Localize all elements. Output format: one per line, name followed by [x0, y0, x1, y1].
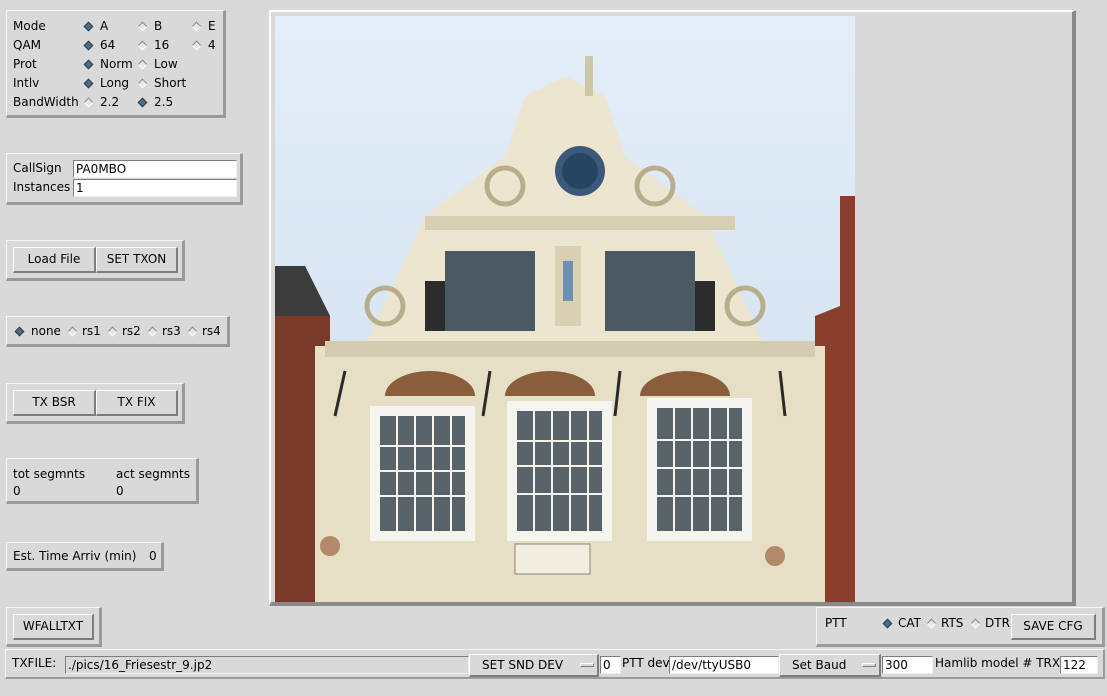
- instances-label: Instances: [13, 180, 71, 194]
- prot-label: Prot: [13, 57, 37, 71]
- intlv-long-label[interactable]: Long: [100, 76, 129, 90]
- rs-none-radio[interactable]: [14, 326, 25, 337]
- snd-dev-input[interactable]: 0: [600, 656, 621, 674]
- qam-16-label[interactable]: 16: [154, 38, 169, 52]
- eta-value: 0: [149, 549, 157, 563]
- rs-none-label[interactable]: none: [31, 324, 61, 338]
- rs2-radio[interactable]: [107, 326, 118, 337]
- qam-4-radio[interactable]: [191, 40, 202, 51]
- callsign-panel: CallSign PA0MBO Instances 1: [6, 153, 243, 205]
- txfile-label: TXFILE:: [12, 656, 57, 670]
- ptt-dev-input[interactable]: /dev/ttyUSB0: [669, 656, 779, 674]
- tx-buttons-panel: TX BSR TX FIX: [6, 383, 185, 424]
- prot-low-radio[interactable]: [137, 59, 148, 70]
- tx-bsr-button[interactable]: TX BSR: [13, 390, 96, 416]
- ptt-rts-label[interactable]: RTS: [941, 616, 963, 630]
- transmit-image: [275, 16, 855, 602]
- qam-64-radio[interactable]: [83, 40, 94, 51]
- save-cfg-button[interactable]: SAVE CFG: [1011, 614, 1096, 640]
- set-baud-button[interactable]: Set Baud: [779, 654, 881, 677]
- hamlib-label: Hamlib model # TRX: [935, 656, 1061, 670]
- act-segments-value: 0: [116, 484, 124, 498]
- ptt-dtr-radio[interactable]: [970, 618, 981, 629]
- rs-panel: none rs1 rs2 rs3 rs4: [6, 316, 230, 347]
- intlv-long-radio[interactable]: [83, 78, 94, 89]
- ptt-cat-radio[interactable]: [882, 618, 893, 629]
- act-segments-label: act segmnts: [116, 467, 190, 481]
- set-baud-label: Set Baud: [792, 658, 847, 672]
- image-preview-frame: [269, 10, 1076, 606]
- mode-b-radio[interactable]: [137, 21, 148, 32]
- ptt-label: PTT: [825, 616, 847, 630]
- load-file-button[interactable]: Load File: [13, 247, 96, 273]
- prot-low-label[interactable]: Low: [154, 57, 178, 71]
- baud-input[interactable]: 300: [882, 656, 933, 674]
- set-snd-dev-button[interactable]: SET SND DEV: [469, 654, 599, 677]
- bandwidth-2-2-label[interactable]: 2.2: [100, 95, 119, 109]
- eta-panel: Est. Time Arriv (min) 0: [6, 542, 164, 571]
- bandwidth-2-2-radio[interactable]: [83, 97, 94, 108]
- rs3-label[interactable]: rs3: [162, 324, 181, 338]
- rs1-radio[interactable]: [67, 326, 78, 337]
- qam-label: QAM: [13, 38, 42, 52]
- intlv-short-label[interactable]: Short: [154, 76, 186, 90]
- rs1-label[interactable]: rs1: [82, 324, 101, 338]
- callsign-label: CallSign: [13, 161, 62, 175]
- ptt-dev-label: PTT dev: [622, 656, 670, 670]
- bandwidth-2-5-label[interactable]: 2.5: [154, 95, 173, 109]
- bandwidth-2-5-radio[interactable]: [137, 97, 148, 108]
- intlv-short-radio[interactable]: [137, 78, 148, 89]
- rs2-label[interactable]: rs2: [122, 324, 141, 338]
- set-txon-button[interactable]: SET TXON: [96, 247, 178, 273]
- mode-a-radio[interactable]: [83, 21, 94, 32]
- rs4-radio[interactable]: [187, 326, 198, 337]
- tot-segments-value: 0: [13, 484, 21, 498]
- waterfall-panel: WFALLTXT: [6, 607, 102, 647]
- mode-b-label[interactable]: B: [154, 19, 162, 33]
- ptt-cat-label[interactable]: CAT: [898, 616, 921, 630]
- bandwidth-label: BandWidth: [13, 95, 79, 109]
- mode-e-radio[interactable]: [191, 21, 202, 32]
- segments-panel: tot segmnts 0 act segmnts 0: [6, 458, 199, 504]
- mode-e-label[interactable]: E: [208, 19, 216, 33]
- dropdown-indicator-icon: [862, 663, 876, 667]
- tot-segments-label: tot segmnts: [13, 467, 86, 481]
- tx-fix-button[interactable]: TX FIX: [96, 390, 178, 416]
- rs3-radio[interactable]: [147, 326, 158, 337]
- eta-label: Est. Time Arriv (min): [13, 549, 137, 563]
- bottom-bar: TXFILE: ./pics/16_Friesestr_9.jp2 SET SN…: [5, 649, 1105, 679]
- rs4-label[interactable]: rs4: [202, 324, 221, 338]
- hamlib-input[interactable]: 122: [1060, 656, 1098, 674]
- txfile-input[interactable]: ./pics/16_Friesestr_9.jp2: [65, 656, 469, 674]
- set-snd-dev-label: SET SND DEV: [482, 658, 564, 672]
- mode-label: Mode: [13, 19, 46, 33]
- instances-input[interactable]: 1: [73, 179, 237, 197]
- qam-4-label[interactable]: 4: [208, 38, 216, 52]
- intlv-label: Intlv: [13, 76, 40, 90]
- dropdown-indicator-icon: [580, 663, 594, 667]
- callsign-input[interactable]: PA0MBO: [73, 160, 237, 178]
- ptt-dtr-label[interactable]: DTR: [985, 616, 1010, 630]
- ptt-panel: PTT CAT RTS DTR SAVE CFG: [816, 607, 1105, 647]
- prot-norm-label[interactable]: Norm: [100, 57, 133, 71]
- qam-16-radio[interactable]: [137, 40, 148, 51]
- mode-settings-panel: Mode A B E QAM 64 16 4 Prot Norm Low Int…: [6, 10, 226, 118]
- file-buttons-panel: Load File SET TXON: [6, 240, 185, 281]
- ptt-rts-radio[interactable]: [926, 618, 937, 629]
- mode-a-label[interactable]: A: [100, 19, 108, 33]
- qam-64-label[interactable]: 64: [100, 38, 115, 52]
- prot-norm-radio[interactable]: [83, 59, 94, 70]
- wfalltxt-button[interactable]: WFALLTXT: [13, 614, 94, 640]
